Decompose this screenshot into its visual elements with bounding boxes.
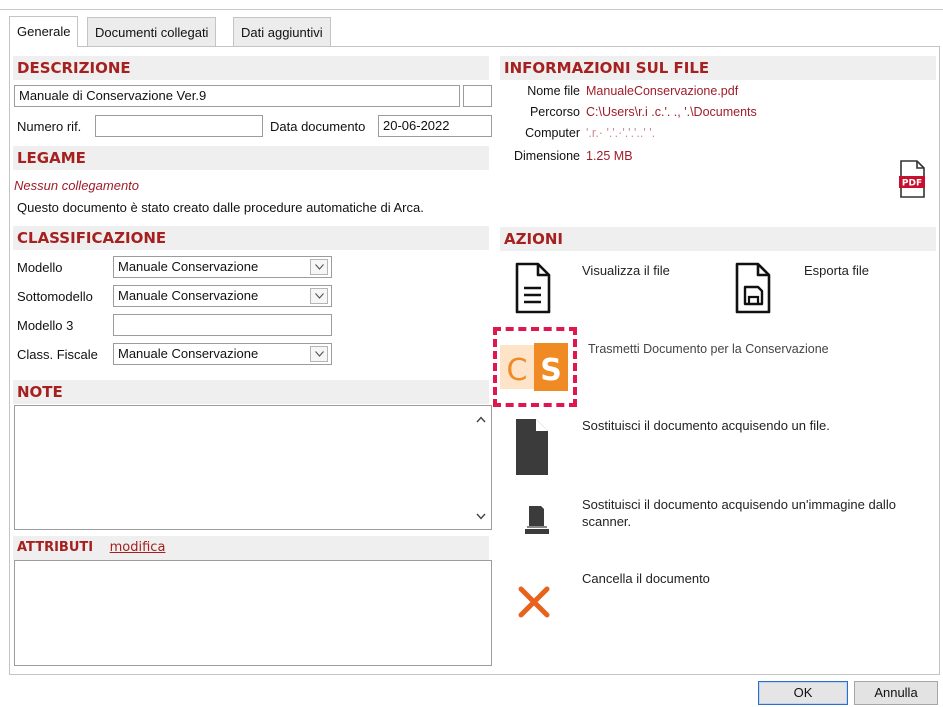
svg-text:C: C (507, 353, 528, 388)
modello-label: Modello (17, 260, 63, 275)
scroll-up-icon[interactable] (476, 416, 486, 423)
modello3-label: Modello 3 (17, 318, 74, 333)
modello3-field[interactable] (113, 314, 332, 336)
ok-button[interactable]: OK (758, 681, 848, 705)
cs-logo-icon[interactable]: C S (500, 341, 570, 393)
sottomodello-value: Manuale Conservazione (118, 288, 259, 303)
cancel-button[interactable]: Annulla (854, 681, 938, 705)
dimensione-value: 1.25 MB (586, 149, 633, 163)
link-status: Nessun collegamento (14, 178, 140, 193)
tab-generale[interactable]: Generale (9, 16, 79, 47)
chevron-down-icon[interactable] (310, 346, 328, 362)
delete-icon[interactable] (517, 585, 551, 619)
nome-file-label: Nome file (527, 84, 580, 98)
tab-dati-aggiuntivi[interactable]: Dati aggiuntivi (233, 17, 331, 46)
pdf-icon[interactable]: PDF (898, 160, 926, 198)
document-icon[interactable] (514, 262, 552, 314)
computer-value: '.r.· '.'.·'.'.'..' '. (586, 126, 656, 140)
attributi-heading-bar: ATTRIBUTI modifica (13, 536, 489, 560)
export-file-action[interactable]: Esporta file (804, 262, 869, 279)
modello-value: Manuale Conservazione (118, 259, 259, 274)
file-info-heading: INFORMAZIONI SUL FILE (500, 56, 936, 80)
computer-label: Computer (525, 126, 580, 140)
scanner-icon[interactable] (524, 504, 550, 536)
export-document-icon[interactable] (734, 262, 772, 314)
class-fiscale-select[interactable]: Manuale Conservazione (113, 343, 332, 365)
chevron-down-icon[interactable] (310, 288, 328, 304)
attributi-heading: ATTRIBUTI (17, 540, 94, 555)
tab-documenti-collegati[interactable]: Documenti collegati (87, 17, 217, 46)
data-documento-label: Data documento (270, 119, 366, 134)
nome-file-value: ManualeConservazione.pdf (586, 84, 739, 98)
azioni-heading: AZIONI (500, 227, 936, 251)
legame-heading: LEGAME (13, 146, 489, 170)
note-textarea[interactable] (14, 405, 492, 530)
view-file-action[interactable]: Visualizza il file (582, 262, 670, 279)
percorso-value: C:\Users\r.i .c.'. ., '.\Documents (586, 105, 757, 119)
description-field[interactable]: Manuale di Conservazione Ver.9 (14, 85, 460, 107)
class-fiscale-label: Class. Fiscale (17, 347, 98, 362)
percorso-label: Percorso (529, 105, 580, 119)
attributi-box[interactable] (14, 560, 492, 666)
replace-file-action[interactable]: Sostituisci il documento acquisendo un f… (582, 417, 830, 434)
classificazione-heading: CLASSIFICAZIONE (13, 226, 489, 250)
modello-select[interactable]: Manuale Conservazione (113, 256, 332, 278)
description-extra-field[interactable] (463, 85, 492, 107)
svg-text:S: S (540, 353, 562, 388)
modifica-link[interactable]: modifica (110, 540, 166, 555)
note-heading: NOTE (13, 380, 489, 404)
delete-action[interactable]: Cancella il documento (582, 570, 710, 587)
chevron-down-icon[interactable] (310, 259, 328, 275)
replace-scanner-action[interactable]: Sostituisci il documento acquisendo un'i… (582, 496, 932, 530)
legame-note: Questo documento è stato creato dalle pr… (17, 200, 424, 215)
top-divider (0, 9, 943, 10)
sottomodello-select[interactable]: Manuale Conservazione (113, 285, 332, 307)
file-icon[interactable] (514, 417, 550, 477)
data-documento-field[interactable]: 20-06-2022 (378, 115, 492, 137)
dimensione-label: Dimensione (513, 149, 580, 163)
sottomodello-label: Sottomodello (17, 289, 93, 304)
descrizione-heading: DESCRIZIONE (13, 56, 489, 80)
numero-rif-label: Numero rif. (17, 119, 82, 134)
scroll-down-icon[interactable] (476, 513, 486, 520)
transmit-action[interactable]: Trasmetti Documento per la Conservazione (588, 341, 829, 358)
numero-rif-field[interactable] (95, 115, 263, 137)
pdf-badge-text: PDF (902, 179, 922, 189)
class-fiscale-value: Manuale Conservazione (118, 346, 259, 361)
